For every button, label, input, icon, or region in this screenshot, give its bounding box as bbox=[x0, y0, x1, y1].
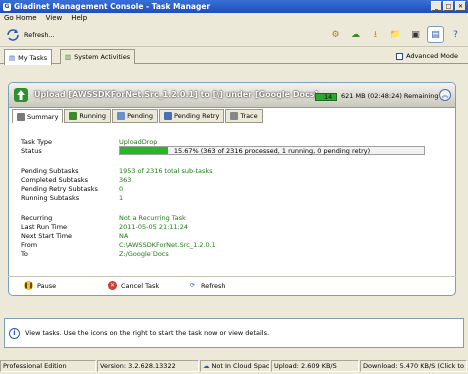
cancel-icon: ✕ bbox=[108, 281, 117, 290]
monitor-icon[interactable]: ▣ bbox=[407, 26, 424, 43]
pause-icon: ❚❚ bbox=[23, 281, 34, 290]
task-list-icon: ▤ bbox=[9, 53, 16, 62]
pending-retry-icon bbox=[164, 112, 173, 120]
subtab-pending-retry[interactable]: Pending Retry bbox=[159, 109, 225, 123]
tab-system-activities-label: System Activities bbox=[74, 53, 131, 61]
info-text: View tasks. Use the icons on the right t… bbox=[25, 329, 270, 337]
pause-button[interactable]: ❚❚ Pause bbox=[23, 281, 57, 290]
menu-bar: Go Home View Help bbox=[0, 13, 468, 23]
toolbar-icon-group: ⚙ ☁ ⭳ 📁 ▣ ▤ ? bbox=[327, 26, 464, 43]
cancel-label: Cancel Task bbox=[121, 281, 160, 290]
status-upload: Upload: 2.609 KB/S bbox=[271, 360, 359, 372]
toolbar: Refresh... ⚙ ☁ ⭳ 📁 ▣ ▤ ? bbox=[0, 23, 468, 47]
status-cloud: ☁ Not In Cloud Space bbox=[200, 360, 270, 372]
subtab-pending-label: Pending bbox=[127, 112, 154, 120]
main-tabs: ▤ My Tasks ▥ System Activities Advanced … bbox=[0, 47, 468, 65]
status-progress-bar: 15.67% (363 of 2316 processed, 1 running… bbox=[119, 146, 425, 155]
tab-system-activities[interactable]: ▥ System Activities bbox=[60, 49, 136, 64]
trace-icon bbox=[230, 112, 239, 120]
pause-label: Pause bbox=[37, 281, 57, 290]
detail-recurring: Recurring Not a Recurring Task bbox=[21, 214, 186, 222]
subtab-summary[interactable]: Summary bbox=[12, 109, 64, 123]
refresh-icon bbox=[7, 28, 19, 41]
refresh-button[interactable]: ⟳ Refresh bbox=[188, 281, 226, 290]
status-progress-text: 15.67% (363 of 2316 processed, 1 running… bbox=[173, 147, 371, 155]
subtab-running[interactable]: Running bbox=[64, 109, 112, 123]
refresh-label: Refresh bbox=[201, 281, 226, 290]
status-bar: Professional Edition Version: 3.2.628.13… bbox=[0, 360, 468, 374]
subtab-running-label: Running bbox=[79, 112, 107, 120]
detail-pending-retry: Pending Retry Subtasks 0 bbox=[21, 185, 124, 193]
tab-my-tasks[interactable]: ▤ My Tasks bbox=[4, 49, 53, 65]
subtab-trace-label: Trace bbox=[240, 112, 258, 120]
info-box: i View tasks. Use the icons on the right… bbox=[4, 318, 464, 348]
detail-subtabs: Summary Running Pending Pending Retry Tr… bbox=[12, 109, 264, 123]
cancel-task-button[interactable]: ✕ Cancel Task bbox=[108, 281, 159, 290]
system-activity-icon: ▥ bbox=[65, 53, 72, 61]
task-actions: ❚❚ Pause ✕ Cancel Task ⟳ Refresh bbox=[8, 276, 456, 296]
window-controls: _ □ ✕ bbox=[431, 1, 466, 11]
detail-pending-subtasks: Pending Subtasks 1953 of 2316 total sub-… bbox=[21, 167, 213, 175]
header-remaining: 621 MB (02:48:24) Remaining bbox=[341, 92, 439, 100]
maximize-button[interactable]: □ bbox=[443, 1, 454, 11]
info-icon: i bbox=[9, 327, 20, 339]
task-title: Upload [AWSSDKForNet.Src_1.2.0.1] to [\]… bbox=[34, 90, 319, 99]
window-title: Gladinet Management Console - Task Manag… bbox=[14, 2, 211, 11]
close-button[interactable]: ✕ bbox=[455, 1, 466, 11]
detail-status: Status 15.67% (363 of 2316 processed, 1 … bbox=[21, 146, 441, 156]
subtab-pending[interactable]: Pending bbox=[112, 109, 159, 123]
folder-icon[interactable]: 📁 bbox=[387, 26, 404, 43]
task-header: Upload [AWSSDKForNet.Src_1.2.0.1] to [\]… bbox=[9, 83, 455, 108]
cloud-sync-icon[interactable]: ☁ bbox=[347, 26, 364, 43]
subtab-summary-label: Summary bbox=[27, 112, 59, 121]
running-icon bbox=[69, 112, 78, 120]
detail-to: To Z:/Google Docs bbox=[21, 250, 169, 258]
detail-last-run: Last Run Time 2011-05-05 21:11:24 bbox=[21, 223, 189, 231]
help-icon[interactable]: ? bbox=[447, 26, 464, 43]
cloud-status-icon: ☁ bbox=[203, 362, 210, 370]
detail-running-subtasks: Running Subtasks 1 bbox=[21, 194, 124, 202]
header-progress-bar: 14 bbox=[315, 93, 337, 101]
advanced-mode-checkbox[interactable] bbox=[396, 52, 404, 60]
advanced-mode-label: Advanced Mode bbox=[406, 52, 458, 60]
pending-icon bbox=[117, 112, 126, 120]
settings-gear-icon[interactable]: ⚙ bbox=[327, 26, 344, 43]
advanced-mode-toggle[interactable]: Advanced Mode bbox=[396, 52, 458, 60]
menu-help[interactable]: Help bbox=[71, 14, 87, 22]
menu-view[interactable]: View bbox=[46, 14, 63, 22]
refresh-icon: ⟳ bbox=[189, 282, 196, 289]
status-version: Version: 3.2.628.13322 bbox=[97, 360, 199, 372]
upload-task-icon bbox=[14, 88, 28, 102]
header-progress-label: 14 bbox=[324, 93, 333, 101]
summary-icon bbox=[17, 112, 25, 121]
status-cloud-label: Not In Cloud Space bbox=[211, 362, 270, 370]
task-manager-icon[interactable]: ▤ bbox=[427, 26, 444, 43]
task-panel: Upload [AWSSDKForNet.Src_1.2.0.1] to [\]… bbox=[8, 82, 456, 296]
subtab-trace[interactable]: Trace bbox=[225, 109, 263, 123]
subtab-pending-retry-label: Pending Retry bbox=[174, 112, 220, 120]
app-icon: G bbox=[3, 2, 11, 11]
detail-completed-subtasks: Completed Subtasks 363 bbox=[21, 176, 132, 184]
collapse-chevron-icon[interactable]: ︽ bbox=[439, 89, 451, 101]
backup-icon[interactable]: ⭳ bbox=[367, 26, 384, 43]
minimize-button[interactable]: _ bbox=[431, 1, 442, 11]
refresh-toolbar-button[interactable]: Refresh... bbox=[6, 28, 55, 41]
status-edition: Professional Edition bbox=[0, 360, 96, 372]
detail-from: From C:\AWSSDKForNet.Src_1.2.0.1 bbox=[21, 241, 216, 249]
detail-next-start: Next Start Time NA bbox=[21, 232, 129, 240]
tab-my-tasks-label: My Tasks bbox=[18, 53, 48, 62]
status-download[interactable]: Download: 5.470 KB/S (Click to set bbox=[360, 360, 467, 372]
title-bar: G Gladinet Management Console - Task Man… bbox=[0, 0, 468, 13]
menu-go-home[interactable]: Go Home bbox=[4, 14, 37, 22]
refresh-toolbar-label: Refresh... bbox=[24, 30, 55, 39]
